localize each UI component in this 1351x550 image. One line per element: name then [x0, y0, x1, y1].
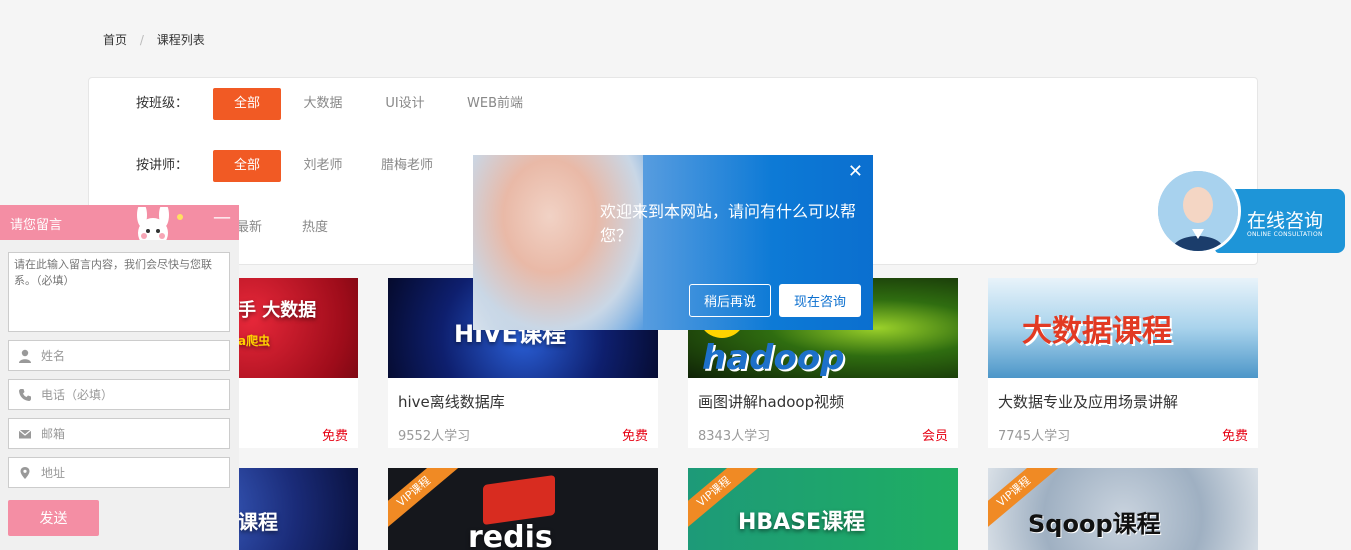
location-pin-icon — [20, 467, 30, 479]
breadcrumb: 首页 / 课程列表 — [103, 31, 205, 48]
teacher-filter-label: 按讲师： — [136, 158, 189, 173]
teacher-filter-lamei[interactable]: 腊梅老师 — [373, 150, 441, 182]
class-filter-all[interactable]: 全部 — [213, 88, 281, 120]
course-learner-count: 8343人学习 — [698, 429, 771, 444]
course-thumbnail[interactable]: 大数据课程 — [988, 278, 1258, 378]
thumb-text: redis — [468, 520, 553, 550]
class-filter-web[interactable]: WEB前端 — [459, 88, 531, 120]
address-input[interactable] — [41, 464, 221, 482]
thumb-text: HBASE课程 — [738, 510, 866, 535]
message-panel-header[interactable]: 请您留言 — — [0, 205, 239, 240]
mail-icon — [18, 429, 32, 439]
course-card[interactable]: VIP课程 HBASE课程 — [688, 468, 958, 550]
class-filter-bigdata[interactable]: 大数据 — [289, 88, 357, 120]
consult-now-button[interactable]: 现在咨询 — [779, 284, 861, 317]
thumb-text: hadoop — [702, 338, 845, 378]
message-panel: 请您留言 — 发送 — [0, 205, 239, 550]
thumb-text: 课程 — [238, 510, 278, 534]
course-title[interactable]: 大数据专业及应用场景讲解 — [998, 391, 1178, 412]
teacher-filter-liu[interactable]: 刘老师 — [289, 150, 357, 182]
message-textarea[interactable] — [8, 252, 230, 332]
consult-title: 在线咨询 — [1247, 210, 1324, 232]
consult-subtitle: ONLINE CONSULTATION — [1247, 231, 1323, 238]
course-thumbnail[interactable]: VIP课程 Sqoop课程 — [988, 468, 1258, 550]
course-price: 免费 — [321, 429, 348, 444]
course-price: 免费 — [1221, 429, 1248, 444]
thumb-text: 大数据课程 — [1022, 314, 1172, 349]
phone-input[interactable] — [41, 386, 221, 404]
later-button[interactable]: 稍后再说 — [689, 284, 771, 317]
course-card[interactable]: VIP课程 redis — [388, 468, 658, 550]
name-field[interactable] — [8, 340, 230, 371]
welcome-popup: ✕ 欢迎来到本网站，请问有什么可以帮您？ 稍后再说 现在咨询 — [473, 155, 873, 330]
email-field[interactable] — [8, 418, 230, 449]
course-learner-count: 9552人学习 — [398, 429, 471, 444]
thumb-subtext: a爬虫 — [238, 334, 271, 348]
course-learner-count: 7745人学习 — [998, 429, 1071, 444]
name-input[interactable] — [41, 347, 221, 365]
address-field[interactable] — [8, 457, 230, 488]
popup-message: 欢迎来到本网站，请问有什么可以帮您？ — [600, 202, 857, 245]
course-title[interactable]: 画图讲解hadoop视频 — [698, 391, 844, 412]
vip-ribbon: VIP课程 — [388, 468, 459, 532]
teacher-filter-all[interactable]: 全部 — [213, 150, 281, 182]
course-thumbnail[interactable]: VIP课程 HBASE课程 — [688, 468, 958, 550]
course-card[interactable]: 大数据课程 大数据专业及应用场景讲解 7745人学习 免费 — [988, 278, 1258, 448]
course-price: 免费 — [621, 429, 648, 444]
close-icon[interactable]: ✕ — [848, 161, 863, 182]
breadcrumb-current: 课程列表 — [156, 33, 205, 47]
breadcrumb-separator: / — [139, 33, 144, 47]
sort-popular[interactable]: 热度 — [295, 212, 335, 244]
thumb-text: 手 大数据 — [238, 300, 317, 321]
course-thumbnail[interactable]: VIP课程 redis — [388, 468, 658, 550]
online-consult-widget[interactable]: 在线咨询 ONLINE CONSULTATION — [1155, 168, 1345, 254]
email-input[interactable] — [41, 425, 221, 443]
class-filter-row: 按班级： 全部 大数据 UI设计 WEB前端 — [89, 88, 1257, 120]
course-card[interactable]: VIP课程 Sqoop课程 — [988, 468, 1258, 550]
class-filter-label: 按班级： — [136, 96, 189, 111]
breadcrumb-home[interactable]: 首页 — [103, 33, 127, 47]
redis-logo-icon — [483, 474, 555, 526]
user-icon — [19, 349, 31, 363]
class-filter-ui[interactable]: UI设计 — [371, 88, 439, 120]
phone-field[interactable] — [8, 379, 230, 410]
course-price: 会员 — [921, 429, 948, 444]
message-panel-title: 请您留言 — [10, 218, 63, 233]
course-title[interactable]: hive离线数据库 — [398, 391, 505, 412]
agent-avatar-icon — [1158, 171, 1238, 251]
minimize-button[interactable]: — — [213, 207, 231, 228]
bunny-icon — [137, 207, 183, 240]
send-button[interactable]: 发送 — [8, 500, 99, 536]
agent-avatar[interactable] — [1155, 168, 1241, 254]
thumb-text: Sqoop课程 — [1028, 510, 1161, 538]
phone-icon — [19, 389, 31, 401]
